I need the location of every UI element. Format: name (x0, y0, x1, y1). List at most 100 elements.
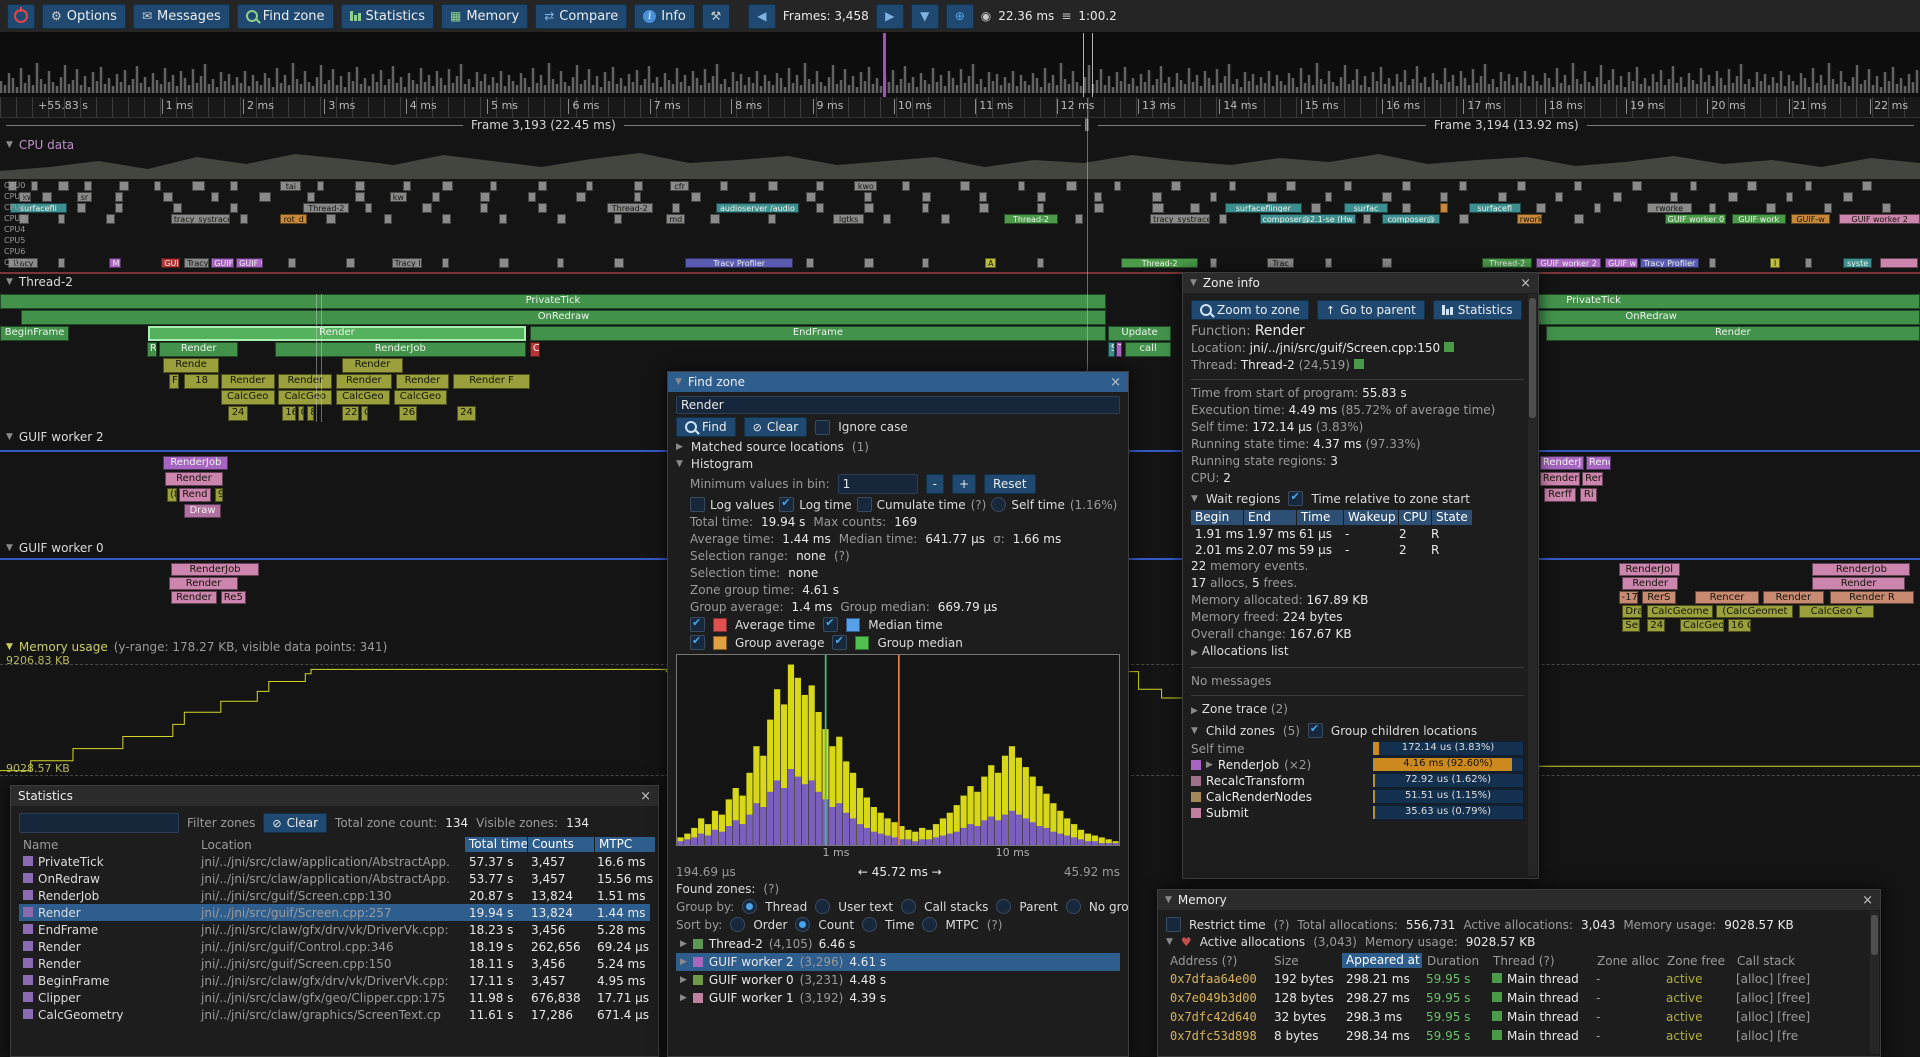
timeline-zone[interactable] (586, 181, 594, 191)
timeline-zone[interactable]: I (1770, 258, 1780, 268)
timeline-zone[interactable]: GUIF w (1605, 258, 1638, 268)
column-header[interactable]: Appeared at (1342, 953, 1422, 968)
timeline-zone[interactable] (1114, 181, 1122, 191)
timeline-zone[interactable]: GUIF-w (1791, 214, 1829, 224)
timeline-zone[interactable]: CalcGeo (278, 390, 332, 405)
timeline-zone[interactable] (806, 258, 814, 268)
timeline-zone[interactable]: Rencer (1695, 591, 1758, 604)
timeline-zone[interactable]: GUIF worker 2 (1536, 258, 1601, 268)
next-frame-button[interactable]: ▶ (876, 4, 904, 29)
min-bin-increase-button[interactable]: + (952, 474, 976, 494)
group-by-radio[interactable] (901, 899, 916, 914)
timeline-zone[interactable]: C (361, 406, 368, 421)
go-to-parent-button[interactable]: ↑Go to parent (1317, 300, 1425, 320)
timeline-zone[interactable]: CalcGeo (394, 390, 448, 405)
focus-frame-button[interactable]: ⊕ (946, 4, 974, 29)
timeline-zone[interactable]: RenderJob (163, 456, 228, 470)
timeline-zone[interactable] (538, 181, 548, 191)
allocation-row[interactable]: 0x7dfc53d8988 bytes298.34 ms59.95 sMain … (1166, 1026, 1872, 1045)
table-row[interactable]: RenderJobjni/../jni/src/guif/Screen.cpp:… (19, 887, 650, 904)
timeline-zone[interactable]: A (985, 258, 997, 268)
timeline-zone[interactable] (1094, 192, 1102, 202)
timeline-zone[interactable] (922, 192, 932, 202)
timeline-zone[interactable]: 26 (399, 406, 416, 421)
timeline-zone[interactable] (1152, 203, 1164, 213)
timeline-zone[interactable]: Draw (184, 504, 220, 518)
timeline-zone[interactable] (326, 214, 336, 224)
timeline-zone[interactable]: RenderJob (171, 563, 259, 576)
timeline-zone[interactable] (422, 203, 432, 213)
timeline-zone[interactable] (192, 181, 205, 191)
collapse-arrow-icon[interactable]: ▼ (1166, 937, 1173, 947)
timeline-zone[interactable] (1709, 258, 1717, 268)
timeline-zone[interactable]: Render (221, 374, 275, 389)
timeline-zone[interactable]: Thread-2 (1482, 258, 1532, 268)
timeline-zone[interactable]: Render (148, 326, 526, 341)
timeline-zone[interactable] (614, 214, 622, 224)
timeline-zone[interactable]: surfacefl (1469, 203, 1521, 213)
collapse-arrow-icon[interactable]: ▶ (1191, 648, 1198, 658)
timeline-zone[interactable] (1786, 192, 1794, 202)
timeline-zone[interactable]: kwo (854, 181, 877, 191)
column-header[interactable]: Size (1270, 954, 1342, 968)
timeline-zone[interactable]: EndFrame (530, 326, 1106, 341)
reset-button[interactable]: Reset (984, 474, 1036, 494)
power-button[interactable] (7, 4, 35, 29)
timeline-zone[interactable]: GUIF work (1732, 214, 1786, 224)
timeline-zone[interactable]: RerS (1642, 591, 1677, 604)
timeline-zone[interactable]: Tracy Profiler (1640, 258, 1700, 268)
group-by-radio[interactable] (996, 899, 1011, 914)
timeline-zone[interactable] (1459, 214, 1469, 224)
timeline-zone[interactable]: Render F (453, 374, 530, 389)
timeline-zone[interactable] (211, 192, 219, 202)
statistics-button[interactable]: Statistics (1433, 300, 1522, 320)
timeline-zone[interactable] (432, 192, 440, 202)
table-row[interactable]: CalcGeometryjni/../jni/src/claw/graphics… (19, 1006, 650, 1023)
collapse-arrow-icon[interactable]: ▼ (1191, 726, 1198, 736)
timeline-zone[interactable] (115, 192, 123, 202)
timeline-zone[interactable] (365, 203, 373, 213)
timeline-zone[interactable] (480, 192, 490, 202)
cpu-data-section-header[interactable]: ▼ CPU data (0, 136, 1920, 153)
timeline-zone[interactable] (1066, 181, 1078, 191)
sort-by-radio[interactable] (730, 917, 745, 932)
column-header[interactable]: Total time (465, 837, 527, 852)
timeline-zone[interactable] (1210, 258, 1218, 268)
timeline-zone[interactable]: Dra (1622, 605, 1641, 618)
timeline-zone[interactable] (1728, 192, 1738, 202)
timeline-zone[interactable]: 8 (307, 406, 314, 421)
close-icon[interactable]: × (1520, 276, 1531, 291)
timeline-zone[interactable] (614, 258, 624, 268)
timeline-zone[interactable]: M (109, 258, 121, 268)
frame-overview-strip[interactable] (0, 33, 1920, 98)
prev-frame-button[interactable]: ◀ (748, 4, 776, 29)
timeline-zone[interactable] (557, 214, 567, 224)
table-row[interactable]: Clipperjni/../jni/src/claw/gfx/geo/Clipp… (19, 989, 650, 1006)
timeline-zone[interactable] (31, 181, 39, 191)
timeline-zone[interactable] (230, 181, 238, 191)
timeline-zone[interactable] (1670, 192, 1678, 202)
messages-button[interactable]: ✉Messages (133, 4, 230, 29)
timeline-zone[interactable]: Render (171, 591, 217, 604)
table-row[interactable]: Renderjni/../jni/src/guif/Control.cpp:34… (19, 938, 650, 955)
timeline-zone[interactable]: call (1125, 342, 1171, 357)
time-relative-checkbox[interactable] (1288, 491, 1303, 506)
timeline-zone[interactable]: Thread-2 (1004, 214, 1058, 224)
timeline-zone[interactable]: 9 (215, 488, 223, 502)
timeline-zone[interactable]: 16 (282, 406, 295, 421)
timeline-zone[interactable]: Render (396, 374, 450, 389)
timeline-zone[interactable]: Tracy I (392, 258, 423, 268)
timeline-zone[interactable] (672, 203, 680, 213)
timeline-zone[interactable]: Rend (179, 488, 212, 502)
ignore-case-checkbox[interactable] (815, 420, 830, 435)
timeline-zone[interactable]: Rende (163, 358, 219, 373)
timeline-zone[interactable]: Render (159, 342, 238, 357)
timeline-zone[interactable] (710, 214, 720, 224)
column-header[interactable]: Zone free (1663, 954, 1733, 968)
timeline-zone[interactable] (634, 192, 642, 202)
timeline-zone[interactable] (154, 181, 162, 191)
thread-color-swatch[interactable] (1354, 359, 1364, 369)
timeline-zone[interactable]: GUIF worker 2 (1839, 214, 1920, 224)
timeline-zone[interactable] (1805, 258, 1813, 268)
self-time-row[interactable]: Self time172.14 us (3.83%) (1191, 741, 1524, 756)
